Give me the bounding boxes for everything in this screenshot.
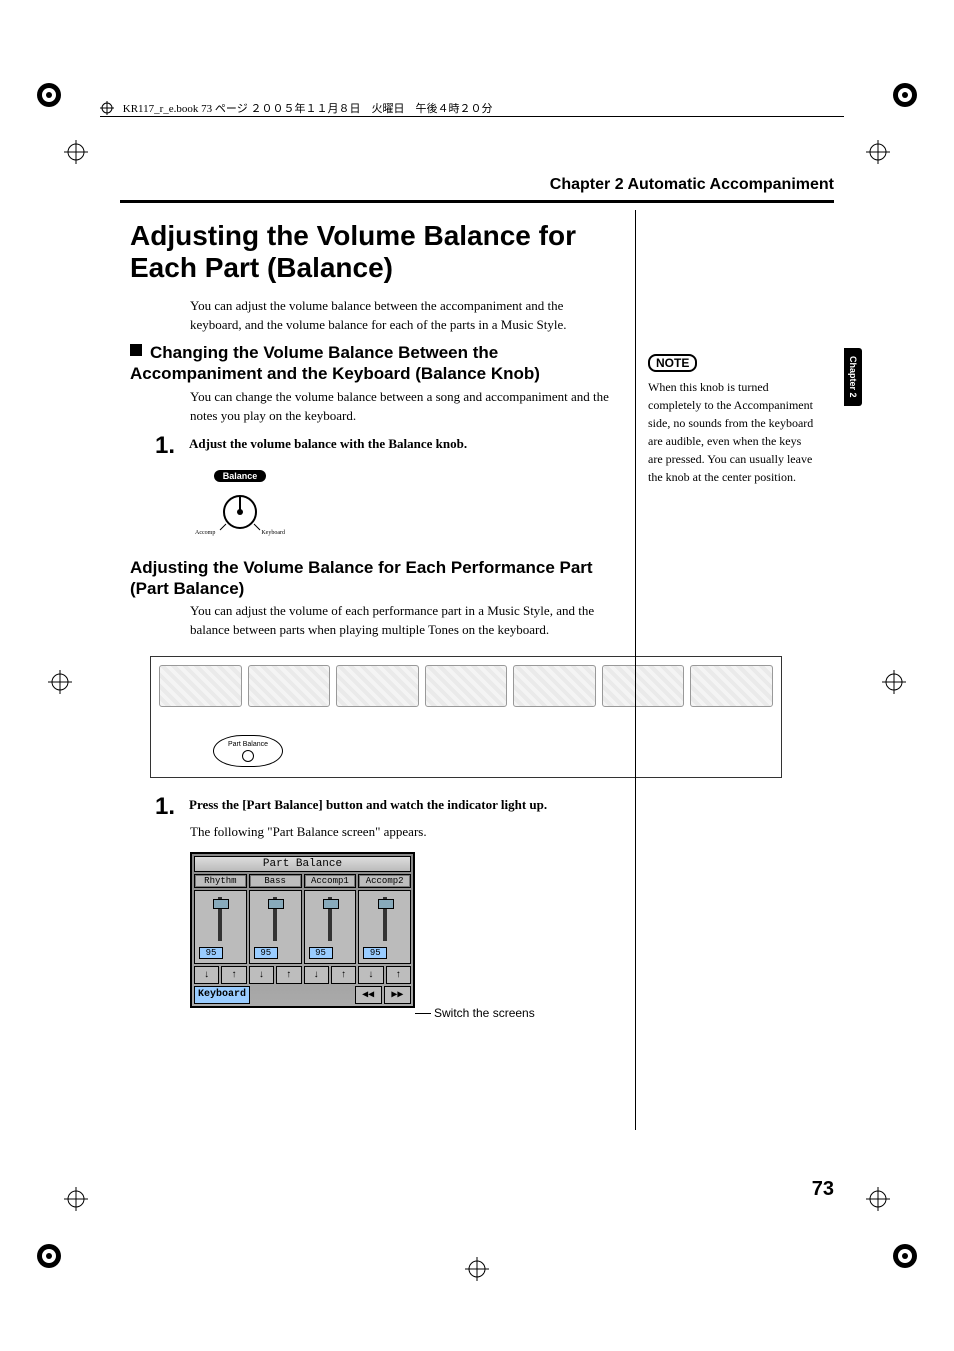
lcd-slider[interactable]: 95 — [249, 890, 302, 964]
step-text: Press the [Part Balance] button and watc… — [189, 797, 547, 813]
subheading-part-balance: Adjusting the Volume Balance for Each Pe… — [130, 557, 634, 600]
part-balance-callout: Part Balance — [213, 735, 283, 767]
callout-label: Part Balance — [228, 741, 268, 748]
callout-leader-line — [415, 1013, 431, 1014]
knob-right-label: Keyboard — [261, 530, 285, 536]
crosshair-icon — [48, 670, 72, 694]
lcd-tab-bass[interactable]: Bass — [249, 874, 302, 888]
lcd-tab-accomp1[interactable]: Accomp1 — [304, 874, 357, 888]
panel-section — [602, 665, 685, 707]
lcd-value: 95 — [309, 947, 333, 959]
step-number: 1. — [155, 793, 185, 821]
lcd-down-button[interactable]: ↓ — [358, 966, 383, 984]
panel-section — [690, 665, 773, 707]
crosshair-icon — [64, 1187, 88, 1211]
subheading-text: Changing the Volume Balance Between the … — [130, 343, 540, 383]
instrument-panel-figure: Part Balance — [150, 656, 782, 778]
step-number: 1. — [155, 432, 185, 460]
lcd-prev-button[interactable]: ◀◀ — [355, 986, 382, 1004]
lcd-up-button[interactable]: ↑ — [331, 966, 356, 984]
chapter-header: Chapter 2 Automatic Accompaniment — [120, 176, 834, 194]
lcd-value: 95 — [363, 947, 387, 959]
lcd-up-button[interactable]: ↑ — [276, 966, 301, 984]
crosshair-icon — [866, 140, 890, 164]
registration-mark-icon — [34, 1241, 64, 1271]
lcd-tab-accomp2[interactable]: Accomp2 — [358, 874, 411, 888]
panel-section — [248, 665, 331, 707]
intro-paragraph: You can adjust the volume balance betwee… — [190, 297, 610, 335]
sub2-body: You can adjust the volume of each perfor… — [190, 602, 620, 640]
knob-icon — [218, 488, 262, 532]
step-1b: 1. Press the [Part Balance] button and w… — [155, 793, 655, 821]
page: KR117_r_e.book 73 ページ ２００５年１１月８日 火曜日 午後４… — [0, 0, 954, 1351]
panel-section — [513, 665, 596, 707]
lcd-value: 95 — [199, 947, 223, 959]
lcd-title: Part Balance — [194, 856, 411, 872]
crosshair-icon — [465, 1257, 489, 1281]
lcd-tab-rhythm[interactable]: Rhythm — [194, 874, 247, 888]
lcd-slider[interactable]: 95 — [304, 890, 357, 964]
lcd-slider[interactable]: 95 — [358, 890, 411, 964]
lcd-down-button[interactable]: ↓ — [249, 966, 274, 984]
button-indicator-icon — [242, 750, 254, 762]
balance-knob-label: Balance — [214, 470, 266, 482]
page-number: 73 — [812, 1178, 834, 1201]
crop-info-text: KR117_r_e.book 73 ページ ２００５年１１月８日 火曜日 午後４… — [123, 103, 493, 115]
sub1-body: You can change the volume balance betwee… — [190, 388, 620, 426]
lcd-spacer — [252, 986, 353, 1004]
side-tab-chapter: Chapter 2 — [844, 348, 862, 406]
crop-mark-header: KR117_r_e.book 73 ページ ２００５年１１月８日 火曜日 午後４… — [100, 100, 844, 114]
step-1a: 1. Adjust the volume balance with the Ba… — [155, 432, 615, 460]
crosshair-icon — [64, 140, 88, 164]
registration-mark-icon — [890, 80, 920, 110]
page-title: Adjusting the Volume Balance for Each Pa… — [130, 220, 644, 284]
lcd-value: 95 — [254, 947, 278, 959]
panel-section — [425, 665, 508, 707]
lcd-slider[interactable]: 95 — [194, 890, 247, 964]
lcd-keyboard-button[interactable]: Keyboard — [194, 986, 250, 1004]
square-bullet-icon — [130, 344, 142, 356]
chapter-rule — [120, 200, 834, 203]
subheading-balance-knob: Changing the Volume Balance Between the … — [130, 342, 634, 385]
lcd-down-button[interactable]: ↓ — [194, 966, 219, 984]
part-balance-screen: Part Balance Rhythm Bass Accomp1 Accomp2… — [190, 852, 415, 1008]
step-subtext: The following "Part Balance screen" appe… — [190, 824, 427, 840]
lcd-up-button[interactable]: ↑ — [386, 966, 411, 984]
note-label: NOTE — [648, 354, 697, 372]
panel-section — [159, 665, 242, 707]
subheading-text: Adjusting the Volume Balance for Each Pe… — [130, 558, 593, 598]
crosshair-icon — [882, 670, 906, 694]
registration-mark-icon — [890, 1241, 920, 1271]
registration-mark-icon — [34, 80, 64, 110]
knob-left-label: Accomp — [195, 530, 215, 536]
note-body: When this knob is turned completely to t… — [648, 378, 818, 486]
header-rule — [100, 116, 844, 117]
step-text: Adjust the volume balance with the Balan… — [189, 436, 467, 452]
sidebar-divider — [635, 210, 636, 1130]
balance-knob-figure: Balance Accomp Keyboard — [195, 470, 285, 536]
lcd-up-button[interactable]: ↑ — [221, 966, 246, 984]
lcd-down-button[interactable]: ↓ — [304, 966, 329, 984]
lcd-next-button[interactable]: ▶▶ — [384, 986, 411, 1004]
crosshair-icon — [866, 1187, 890, 1211]
lcd-callout-text: Switch the screens — [434, 1006, 535, 1020]
panel-section — [336, 665, 419, 707]
